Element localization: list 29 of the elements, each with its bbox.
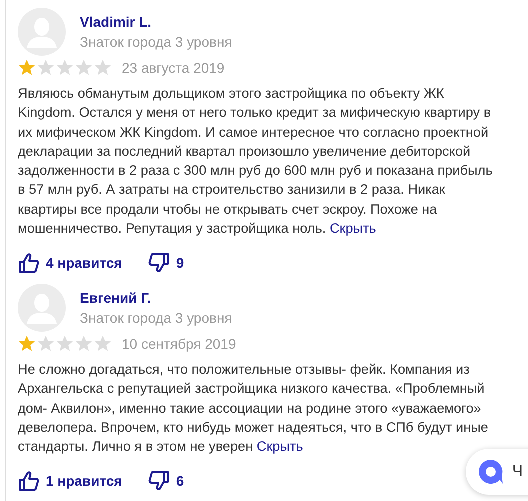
star-icon	[37, 59, 55, 77]
author-name[interactable]: Евгений Г.	[80, 288, 232, 308]
dislike-button[interactable]: 6	[148, 470, 184, 492]
thumbs-down-icon	[148, 252, 170, 274]
thumbs-up-icon	[18, 470, 40, 492]
star-icon	[37, 335, 55, 353]
author-rank: Знаток города 3 уровня	[80, 309, 232, 328]
thumbs-up-icon	[18, 252, 40, 274]
like-button[interactable]: 4 нравится	[18, 252, 122, 274]
star-icon	[18, 335, 36, 353]
star-icon	[94, 335, 112, 353]
hide-link[interactable]: Скрыть	[256, 439, 304, 454]
star-icon	[56, 335, 74, 353]
star-icon	[75, 335, 93, 353]
review-date: 10 сентября 2019	[122, 336, 236, 352]
thumbs-down-icon	[148, 470, 170, 492]
review-date: 23 августа 2019	[122, 60, 225, 76]
star-icon	[56, 59, 74, 77]
star-icon	[18, 59, 36, 77]
star-icon	[94, 59, 112, 77]
chat-bubble-icon	[478, 459, 504, 485]
chat-button[interactable]: Ч	[466, 449, 528, 495]
dislike-button[interactable]: 9	[148, 252, 184, 274]
hide-link[interactable]: Скрыть	[330, 221, 376, 236]
star-icon	[75, 59, 93, 77]
author-name[interactable]: Vladimir L.	[80, 12, 232, 32]
review-text: Являюсь обманутым дольщиком этого застройщика по объекту ЖК Kingdom. Остался у меня от него только кредит за мифическую квартиру в их мифическом ЖК Kingdom. И самое интересное что согласно проектной декларации за последний квартал произошло увеличение дебиторской задолженности в 2 раза с 300 млн руб до 600 млн руб и показана прибыль в 57 млн руб. А затраты на строительство занизили в 2 раза. Никак квартиры все продали чтобы не открывать счет эскроу. Похоже на мошенничество. Репутация у застройщика ноль. Скрыть	[18, 85, 494, 238]
author-rank: Знаток города 3 уровня	[80, 33, 232, 52]
like-button[interactable]: 1 нравится	[18, 470, 122, 492]
